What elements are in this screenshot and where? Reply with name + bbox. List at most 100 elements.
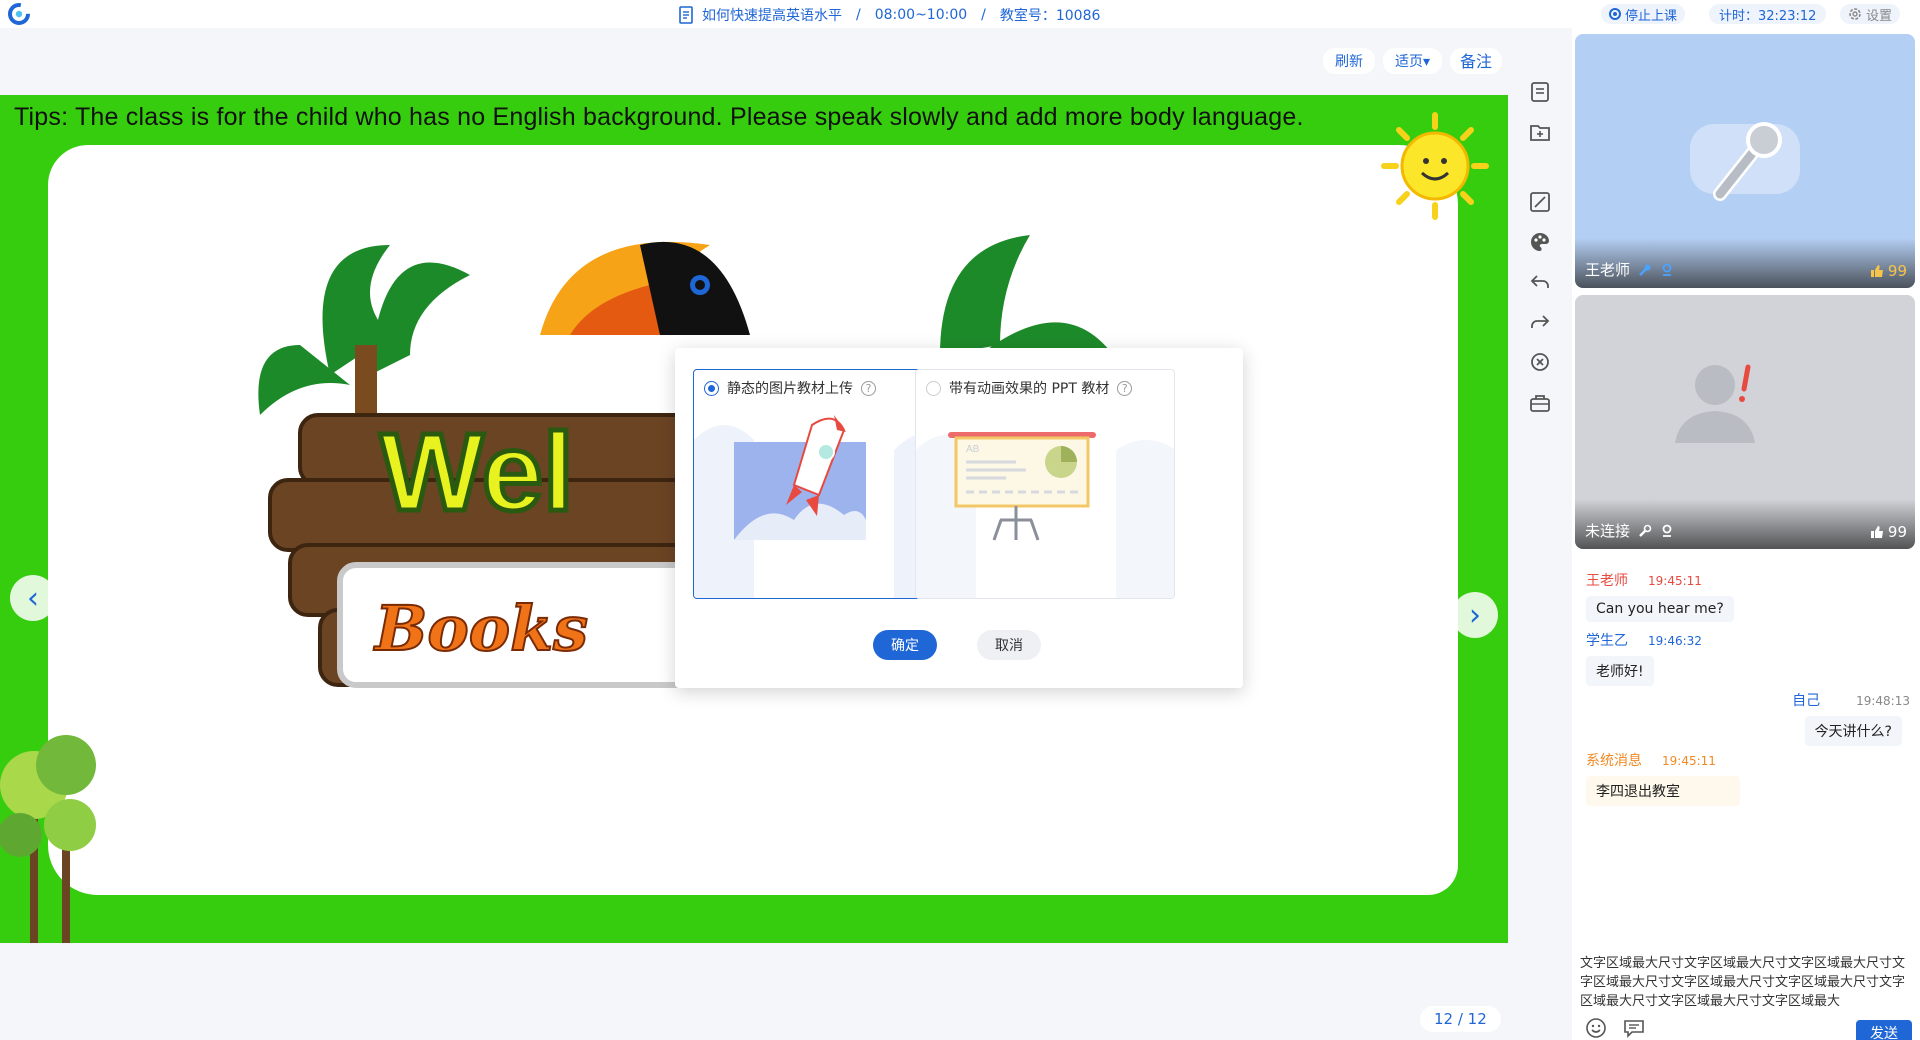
chat-message: 王老师 19:45:11 Can you hear me? [1586,570,1734,622]
top-bar: 如何快速提高英语水平 / 08:00~10:00 / 教室号：10086 停止上… [0,0,1920,28]
option-label: 静态的图片教材上传 [727,381,853,397]
user-placeholder-icon [1675,364,1755,443]
message-bubble: 李四退出教室 [1586,776,1740,806]
trees-illustration [0,735,96,943]
radio-selected[interactable] [704,380,719,396]
chat-input[interactable]: 文字区域最大尺寸文字区域最大尺寸文字区域最大尺寸文字区域最大尺寸文字区域最大尺寸… [1580,954,1910,1011]
send-button[interactable]: 发送 [1856,1020,1912,1040]
class-timer: 计时：32:23:12 [1709,4,1827,24]
option-header: 带有动画效果的 PPT 教材 ? [926,378,1133,398]
thumbs-up-icon [1870,265,1883,277]
sender-name: 系统消息 [1586,753,1642,769]
class-info: 如何快速提高英语水平 / 08:00~10:00 / 教室号：10086 [678,5,1100,25]
message-time: 19:45:11 [1648,574,1702,588]
undo-icon [1530,275,1549,288]
student-likes-count: 99 [1887,523,1907,541]
option-header: 静态的图片教材上传 ? [704,378,876,398]
chat-message: 学生乙 19:46:32 老师好! [1586,630,1702,686]
notes-button[interactable]: 备注 [1449,48,1502,74]
microphone-illustration [1690,122,1800,201]
toolbox-tool[interactable] [1524,386,1556,418]
svg-text:Wel: Wel [380,411,574,534]
student-video: 未连接 99 [1575,295,1915,549]
clear-icon [1531,353,1549,371]
teacher-likes-count: 99 [1887,262,1907,280]
gear-icon [1849,8,1861,20]
courseware-type-dialog: 静态的图片教材上传 ? 带有动画效果的 PPT 教材 ? AB 确定 取消 [675,348,1243,688]
teacher-video: 王老师 99 [1575,34,1915,288]
svg-text:Books: Books [373,592,588,665]
sun-illustration [1381,112,1489,220]
pen-tool[interactable] [1524,186,1556,218]
right-panel: 王老师 99 未连接 99 王老师 19:45:11 Can you hear … [1572,28,1920,1040]
sender-name: 王老师 [1586,573,1628,589]
chat-input-area: 文字区域最大尺寸文字区域最大尺寸文字区域最大尺寸文字区域最大尺寸文字区域最大尺寸… [1572,946,1920,1040]
stop-class-label: 停止上课 [1625,8,1678,24]
app-logo-icon [8,3,30,25]
list-icon [1531,82,1549,102]
folder-icon [1530,125,1550,141]
document-icon [679,6,693,24]
separator: / [856,7,861,23]
teacher-likes: 99 [1870,262,1907,280]
tool-strip [1508,28,1572,1040]
chat-message-system: 系统消息 19:45:11 李四退出教室 [1586,750,1740,806]
next-slide-button[interactable]: › [1452,592,1498,638]
student-likes: 99 [1870,523,1907,541]
teacher-name: 王老师 [1585,259,1674,280]
palette-icon [1530,233,1549,251]
camera-on-icon[interactable] [1660,263,1674,277]
previous-slide-button[interactable]: ‹ [10,575,56,621]
undo-tool[interactable] [1524,266,1556,298]
radio-unselected[interactable] [926,380,941,396]
message-time: 19:48:13 [1856,694,1910,708]
emoji-icon[interactable] [1584,1016,1608,1040]
time-range: 08:00~10:00 [874,7,968,23]
teacher-name-label: 王老师 [1585,261,1631,279]
fit-page-dropdown[interactable]: 适页▾ [1382,48,1442,74]
sender-name: 学生乙 [1586,633,1628,649]
option-static-images[interactable]: 静态的图片教材上传 ? [693,369,953,599]
svg-text:AB: AB [966,444,980,455]
microphone-on-icon[interactable] [1638,263,1652,277]
confirm-button[interactable]: 确定 [873,630,937,660]
pen-icon [1530,192,1550,212]
help-icon[interactable]: ? [861,380,876,396]
microphone-icon[interactable] [1638,524,1652,538]
stop-class-button[interactable]: 停止上课 [1601,4,1686,24]
redo-tool[interactable] [1524,306,1556,338]
redo-icon [1531,315,1550,328]
option-animated-ppt[interactable]: 带有动画效果的 PPT 教材 ? AB [915,369,1175,599]
message-bubble: Can you hear me? [1586,596,1734,622]
course-title: 如何快速提高英语水平 [702,8,842,24]
settings-label: 设置 [1866,8,1893,24]
camera-icon[interactable] [1660,524,1674,538]
refresh-button[interactable]: 刷新 [1322,48,1375,74]
quick-reply-icon[interactable] [1622,1016,1646,1040]
cancel-button[interactable]: 取消 [977,630,1041,660]
clear-tool[interactable] [1524,346,1556,378]
upload-courseware-tool[interactable] [1524,116,1556,148]
color-palette-tool[interactable] [1524,226,1556,258]
separator: / [981,7,986,23]
board-toolbar: 刷新 适页▾ 备注 [1322,48,1502,74]
message-time: 19:46:32 [1648,634,1702,648]
student-name: 未连接 [1585,520,1674,541]
settings-button[interactable]: 设置 [1840,4,1901,24]
message-time: 19:45:11 [1662,754,1716,768]
message-bubble: 今天讲什么? [1804,716,1902,746]
toolbox-icon [1530,395,1550,412]
courseware-list-tool[interactable] [1524,76,1556,108]
chat-list: 王老师 19:45:11 Can you hear me? 学生乙 19:46:32… [1572,558,1920,958]
slide-tips: Tips: The class is for the child who has… [14,103,1304,131]
option-label: 带有动画效果的 PPT 教材 [949,381,1110,397]
message-bubble: 老师好! [1586,656,1654,686]
chat-message-self: 自己 19:48:13 今天讲什么? [1792,690,1910,746]
sender-name: 自己 [1792,693,1821,709]
help-icon[interactable]: ? [1117,380,1133,396]
thumbs-up-icon [1870,526,1883,538]
page-indicator: 12 / 12 [1420,1006,1501,1032]
stop-icon [1609,8,1621,20]
student-name-label: 未连接 [1585,522,1631,540]
presentation-board-illustration: AB [916,432,1174,598]
